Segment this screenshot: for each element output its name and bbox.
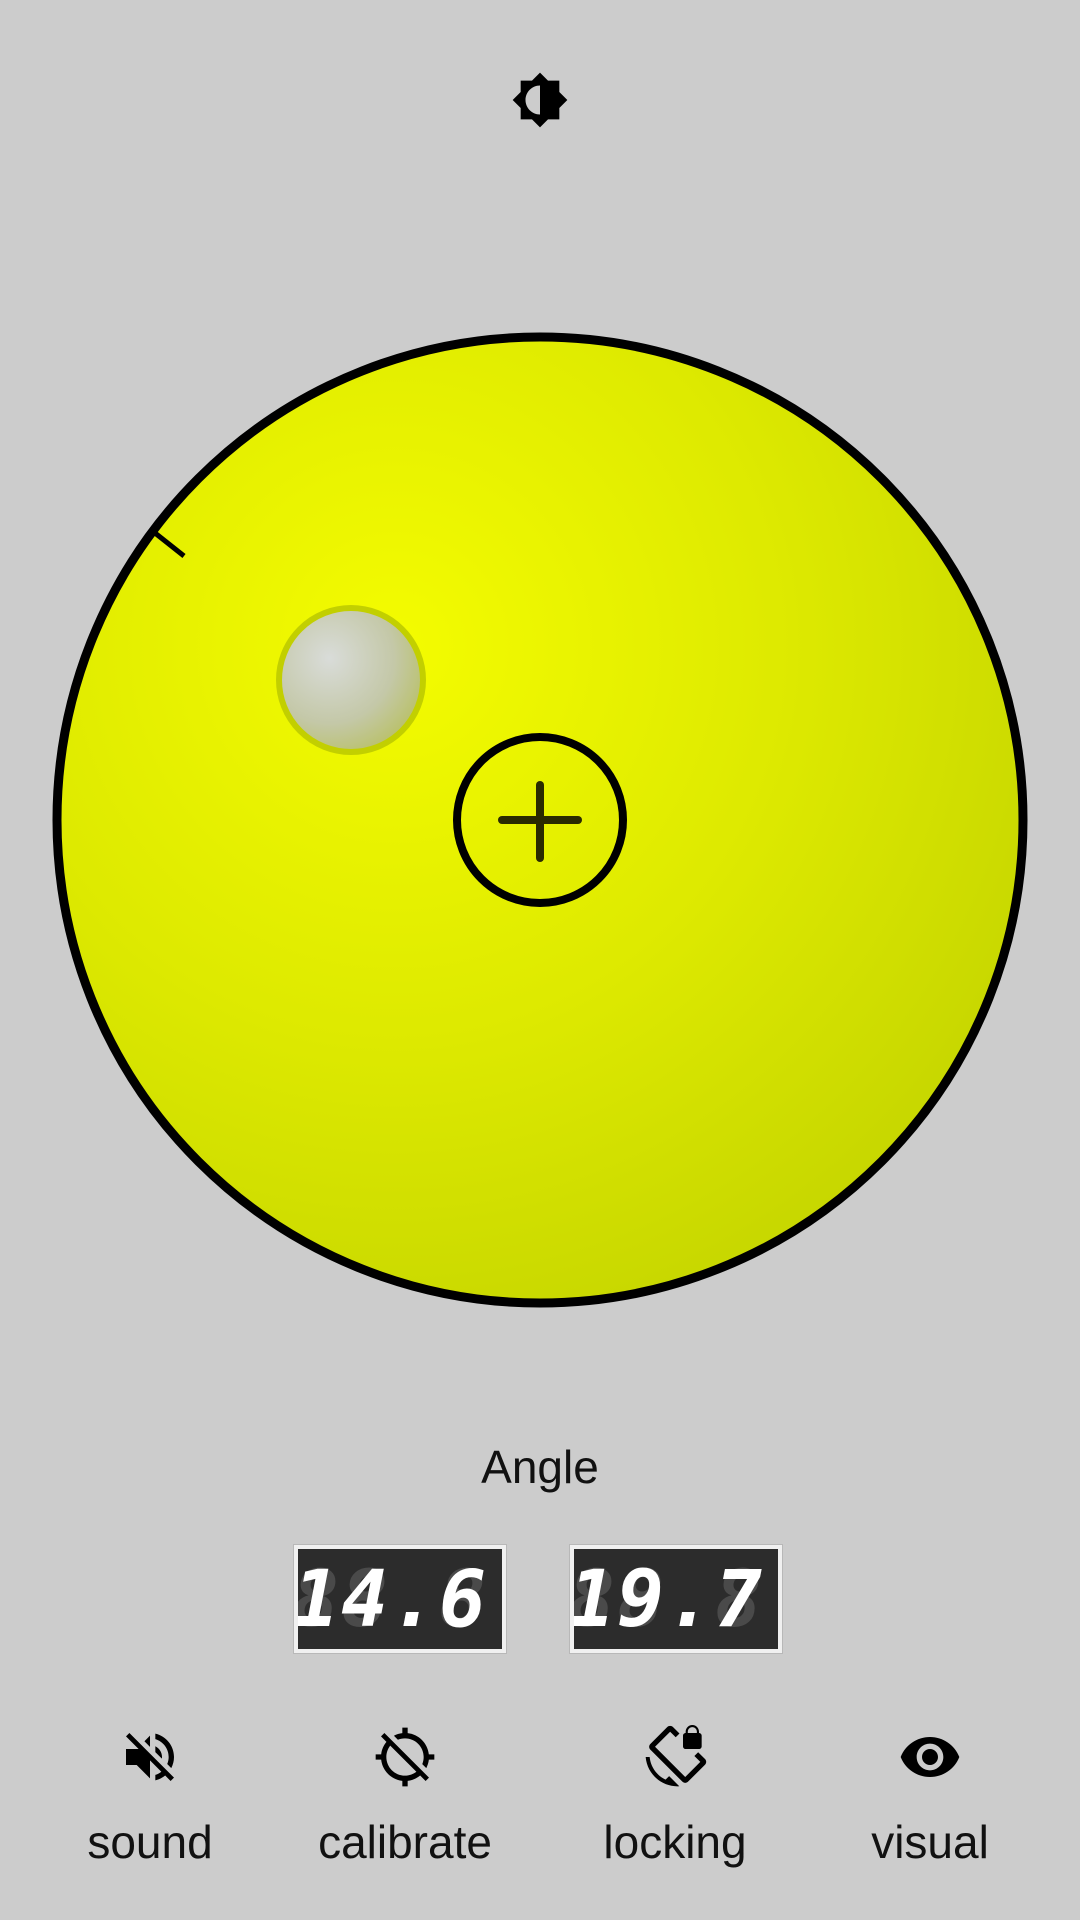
- level-vial: [52, 332, 1028, 1308]
- angle-value-y: 19.7: [570, 1555, 764, 1645]
- angle-readouts: 88.8 14.6 88.8 19.7: [0, 1544, 1080, 1655]
- calibrate-label: calibrate: [318, 1816, 492, 1868]
- eye-icon: [900, 1737, 960, 1777]
- angle-display-x: 88.8 14.6: [293, 1544, 507, 1654]
- sound-button[interactable]: sound: [25, 1715, 275, 1895]
- angle-value-x: 14.6: [294, 1555, 488, 1645]
- calibrate-icon: [375, 1727, 435, 1787]
- angle-label: Angle: [481, 1441, 599, 1493]
- bubble-level[interactable]: [50, 330, 1030, 1310]
- locking-label: locking: [603, 1816, 747, 1868]
- visual-button[interactable]: visual: [805, 1715, 1055, 1895]
- angle-display-y: 88.8 19.7: [569, 1544, 783, 1654]
- bubble: [276, 605, 426, 755]
- sound-label: sound: [87, 1816, 213, 1868]
- brightness-button[interactable]: [500, 60, 580, 140]
- screen-lock-rotation-icon: [645, 1725, 707, 1787]
- brightness-icon: [512, 72, 568, 128]
- visual-label: visual: [871, 1816, 989, 1868]
- locking-button[interactable]: locking: [550, 1715, 800, 1895]
- bottom-toolbar: sound calibrate locking visual: [0, 1715, 1080, 1895]
- sound-off-icon: [126, 1733, 174, 1781]
- bubble-level-screen: Angle 88.8 14.6 88.8 19.7 sound calibrat…: [0, 0, 1080, 1920]
- calibrate-button[interactable]: calibrate: [280, 1715, 530, 1895]
